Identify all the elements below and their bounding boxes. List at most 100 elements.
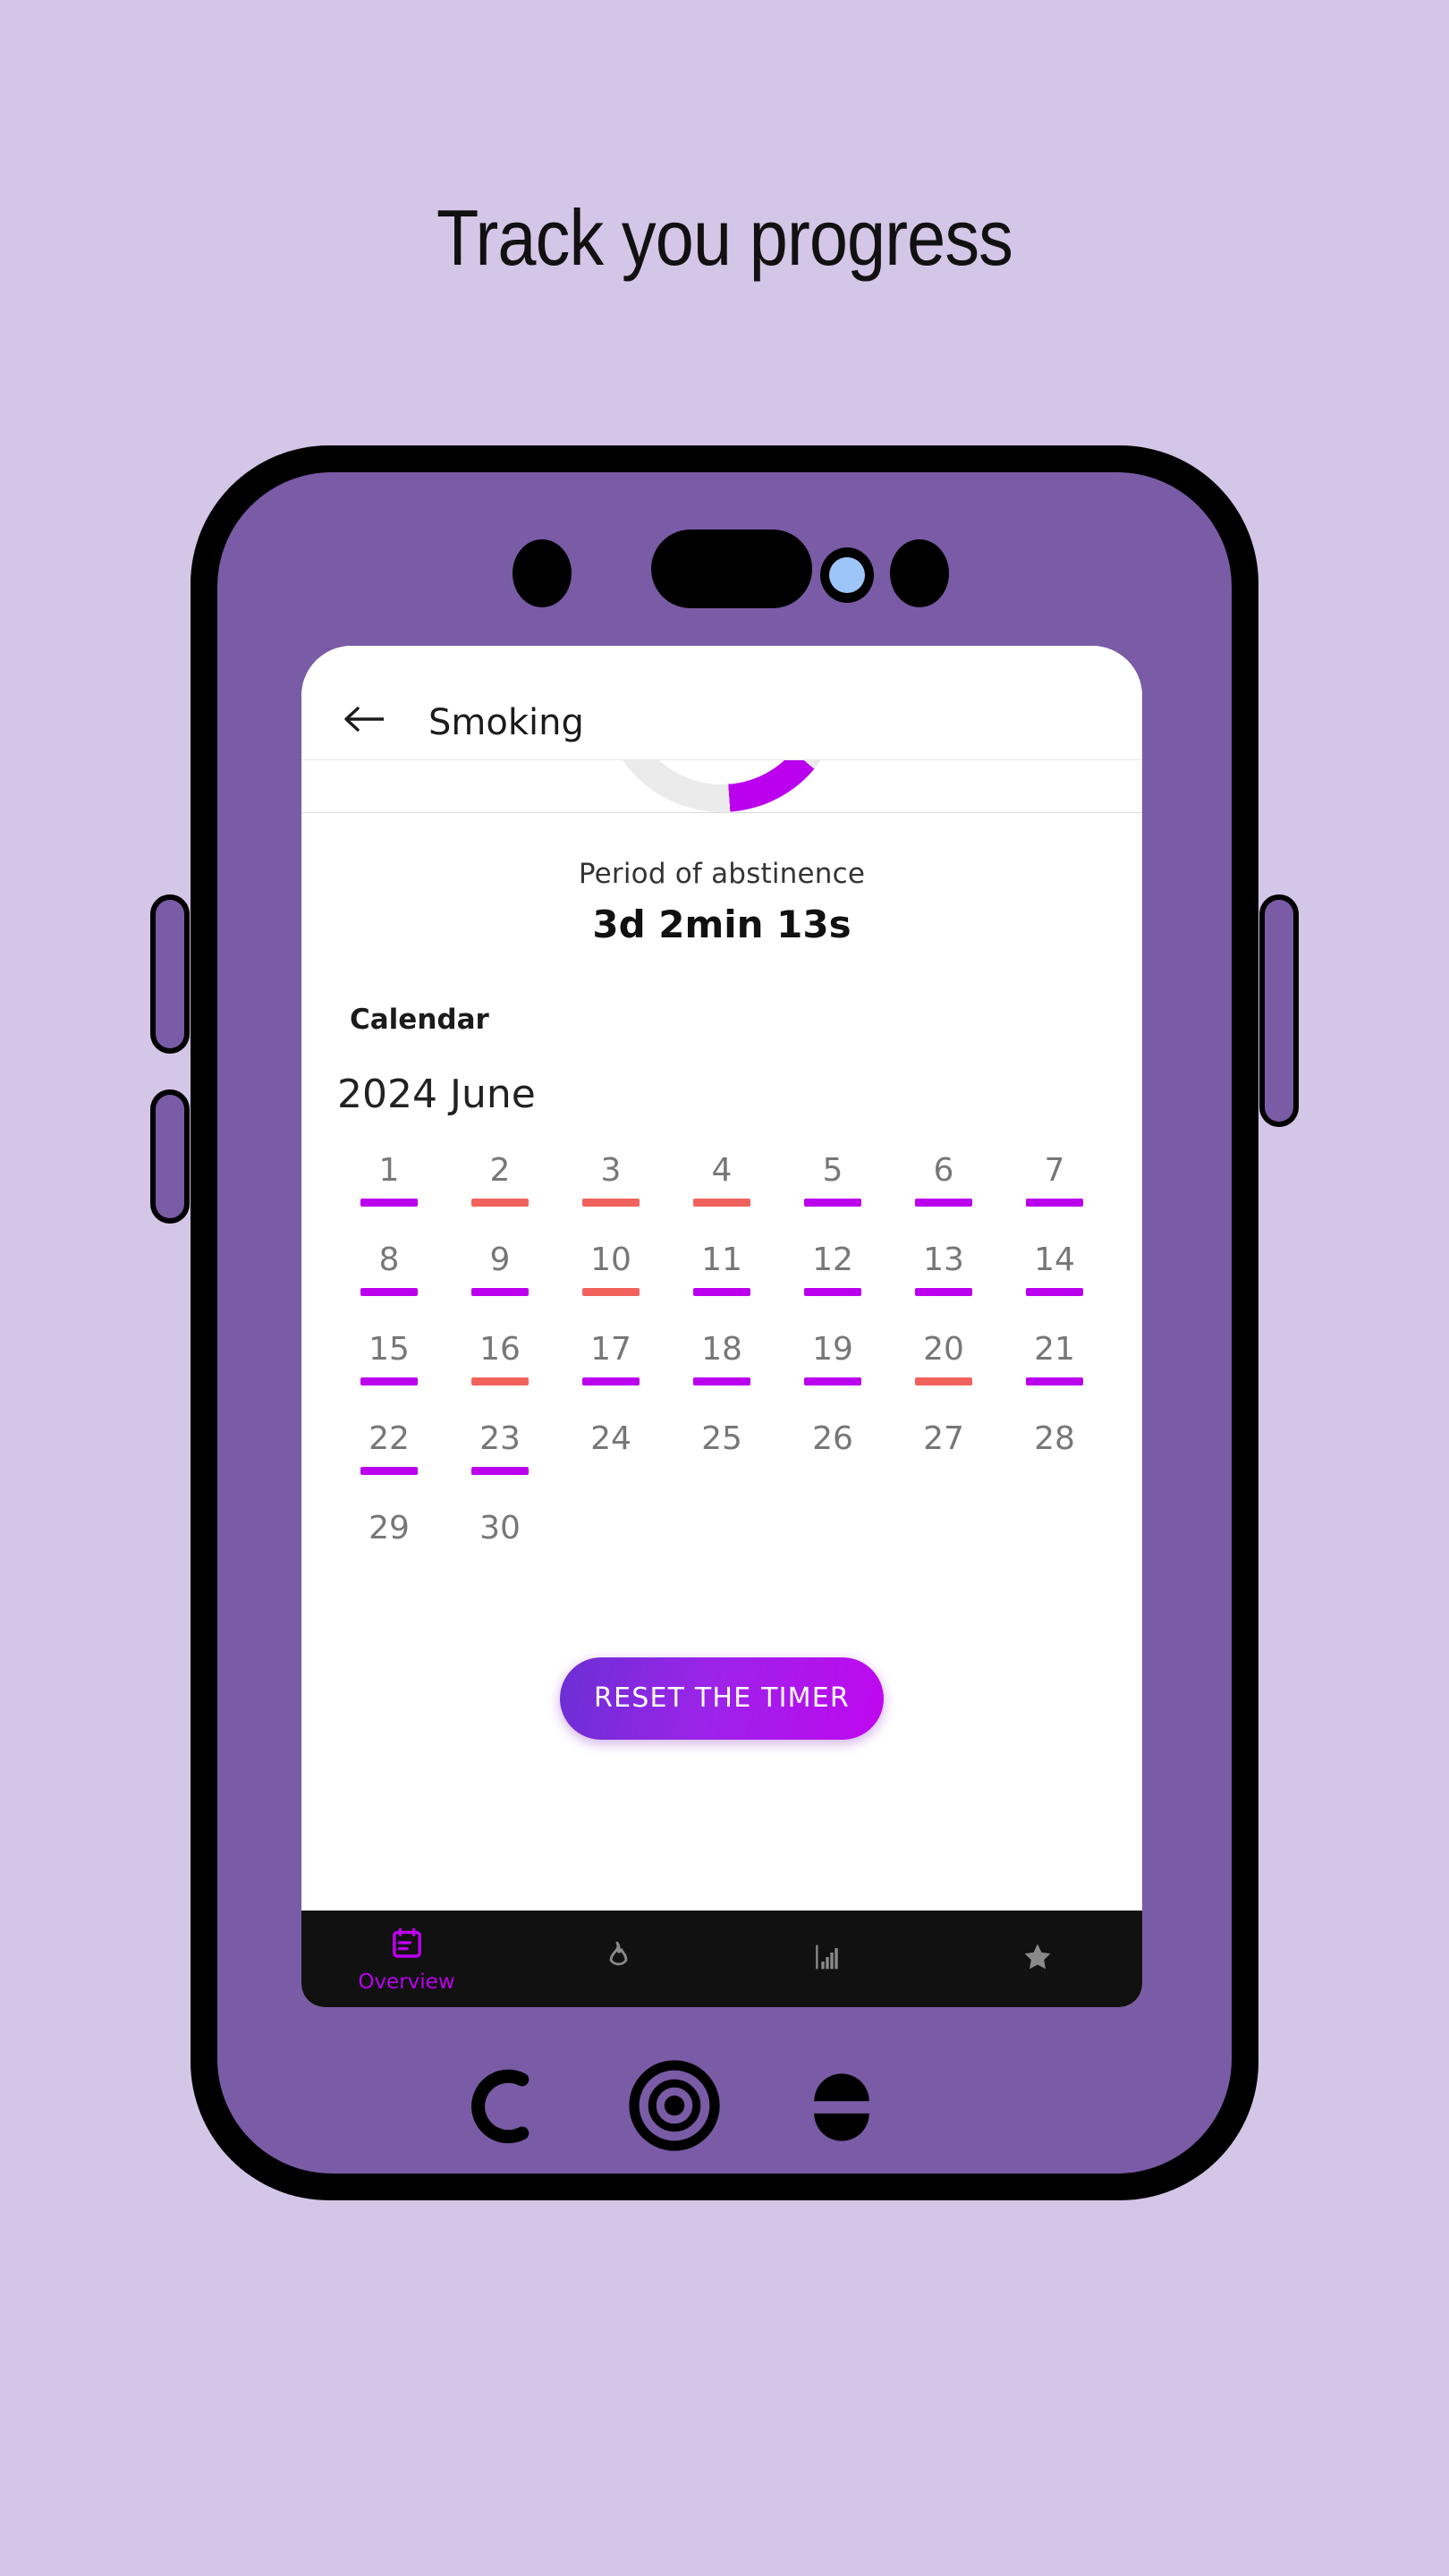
calendar-day-number: 15 xyxy=(369,1331,410,1368)
calendar-day[interactable]: 30 xyxy=(445,1500,555,1564)
calendar-day-number: 10 xyxy=(590,1241,631,1278)
calendar-day-marker xyxy=(471,1467,529,1475)
front-camera-icon xyxy=(820,547,874,603)
nav-item-label-overview: Overview xyxy=(358,1970,455,1994)
star-icon xyxy=(1020,1939,1055,1979)
page-title: Track you progress xyxy=(436,193,1013,282)
calendar-day[interactable]: 12 xyxy=(777,1232,888,1296)
calendar-day-marker xyxy=(915,1288,972,1296)
speaker-notch xyxy=(651,530,812,608)
calendar-day-number: 21 xyxy=(1034,1331,1075,1368)
calendar-day[interactable]: 16 xyxy=(445,1321,555,1385)
calendar-day[interactable]: 1 xyxy=(334,1142,445,1207)
calendar-day[interactable]: 3 xyxy=(555,1142,666,1207)
menu-split-icon[interactable] xyxy=(805,2071,878,2144)
reset-timer-button[interactable]: RESET THE TIMER xyxy=(560,1657,884,1740)
calendar-day[interactable]: 26 xyxy=(777,1411,888,1475)
calendar-day-number: 13 xyxy=(923,1241,964,1278)
calendar-day-marker xyxy=(1026,1467,1083,1475)
calendar-day-marker xyxy=(471,1288,529,1296)
home-circle-icon[interactable] xyxy=(626,2057,723,2154)
calendar-day-number: 29 xyxy=(369,1510,410,1546)
calendar-day[interactable]: 24 xyxy=(555,1411,666,1475)
progress-ring xyxy=(301,760,1142,812)
calendar-day-number: 1 xyxy=(378,1152,400,1189)
calendar-day[interactable]: 15 xyxy=(334,1321,445,1385)
volume-up-button[interactable] xyxy=(150,894,190,1054)
calendar-day-number: 14 xyxy=(1034,1241,1075,1278)
calendar-day-number: 2 xyxy=(489,1152,511,1189)
calendar-day-number: 24 xyxy=(590,1420,631,1457)
nav-item-achievements[interactable] xyxy=(932,1939,1142,1979)
calendar-day-marker xyxy=(582,1467,640,1475)
calendar-day-number: 27 xyxy=(923,1420,964,1457)
nav-item-overview[interactable]: Overview xyxy=(301,1925,512,1994)
calendar-day-number: 12 xyxy=(812,1241,853,1278)
calendar-day-marker xyxy=(471,1199,529,1207)
calendar-day-marker xyxy=(1026,1288,1083,1296)
calendar-day-marker xyxy=(1026,1199,1083,1207)
phone-screen: Smoking Period of abstinence 3d 2min 13s… xyxy=(301,646,1142,2007)
calendar-day-number: 11 xyxy=(701,1241,742,1278)
calendar-day-number: 7 xyxy=(1044,1152,1065,1189)
arrow-left-icon[interactable] xyxy=(339,699,393,740)
calendar-day-number: 16 xyxy=(479,1331,521,1368)
calendar-day-number: 3 xyxy=(600,1152,622,1189)
calendar-icon xyxy=(389,1925,425,1965)
calendar-day[interactable]: 20 xyxy=(888,1321,999,1385)
calendar-day[interactable]: 29 xyxy=(334,1500,445,1564)
calendar-day[interactable]: 21 xyxy=(999,1321,1110,1385)
calendar-day[interactable]: 11 xyxy=(666,1232,777,1296)
abstinence-label: Period of abstinence xyxy=(578,858,866,890)
calendar-day[interactable]: 10 xyxy=(555,1232,666,1296)
calendar-day[interactable]: 27 xyxy=(888,1411,999,1475)
calendar-day[interactable]: 6 xyxy=(888,1142,999,1207)
back-c-icon[interactable] xyxy=(465,2066,546,2147)
camera-lens-right-icon xyxy=(890,539,949,607)
calendar-month-title: 2024 June xyxy=(337,1072,536,1117)
calendar-day[interactable]: 17 xyxy=(555,1321,666,1385)
abstinence-section: Period of abstinence 3d 2min 13s xyxy=(301,813,1142,946)
calendar-day-marker xyxy=(693,1199,750,1207)
nav-item-statistics[interactable] xyxy=(722,1939,932,1979)
calendar-day-marker xyxy=(471,1556,529,1564)
calendar-day[interactable]: 28 xyxy=(999,1411,1110,1475)
volume-down-button[interactable] xyxy=(150,1089,190,1224)
calendar-day-marker xyxy=(582,1288,640,1296)
calendar-day-number: 18 xyxy=(701,1331,742,1368)
calendar-day[interactable]: 2 xyxy=(445,1142,555,1207)
calendar-day-marker xyxy=(915,1199,972,1207)
calendar-day[interactable]: 9 xyxy=(445,1232,555,1296)
calendar-day-marker xyxy=(360,1556,418,1564)
calendar-day[interactable]: 7 xyxy=(999,1142,1110,1207)
camera-lens-left-icon xyxy=(513,539,572,607)
abstinence-value: 3d 2min 13s xyxy=(592,902,852,946)
calendar-day[interactable]: 8 xyxy=(334,1232,445,1296)
nav-item-streak[interactable] xyxy=(512,1939,722,1979)
calendar-day-number: 17 xyxy=(590,1331,631,1368)
reset-section: RESET THE TIMER xyxy=(301,1657,1142,1740)
calendar-day-marker xyxy=(915,1377,972,1385)
calendar-day-number: 20 xyxy=(923,1331,964,1368)
calendar-day-marker xyxy=(360,1467,418,1475)
calendar-day-marker xyxy=(804,1199,861,1207)
flame-icon xyxy=(599,1939,635,1979)
calendar-day-marker xyxy=(693,1377,750,1385)
calendar-day[interactable]: 14 xyxy=(999,1232,1110,1296)
calendar-day-marker xyxy=(360,1199,418,1207)
calendar-day[interactable]: 18 xyxy=(666,1321,777,1385)
calendar-day[interactable]: 25 xyxy=(666,1411,777,1475)
calendar-day-marker xyxy=(360,1288,418,1296)
calendar-day-number: 26 xyxy=(812,1420,853,1457)
power-button[interactable] xyxy=(1259,894,1299,1127)
calendar-day[interactable]: 19 xyxy=(777,1321,888,1385)
calendar-day[interactable]: 22 xyxy=(334,1411,445,1475)
calendar-day-marker xyxy=(471,1377,529,1385)
calendar-day-marker xyxy=(804,1288,861,1296)
calendar-day[interactable]: 23 xyxy=(445,1411,555,1475)
calendar-day[interactable]: 4 xyxy=(666,1142,777,1207)
calendar-day-number: 6 xyxy=(933,1152,954,1189)
calendar-day[interactable]: 13 xyxy=(888,1232,999,1296)
scroll-content: Period of abstinence 3d 2min 13s Calenda… xyxy=(301,760,1142,2007)
calendar-day[interactable]: 5 xyxy=(777,1142,888,1207)
